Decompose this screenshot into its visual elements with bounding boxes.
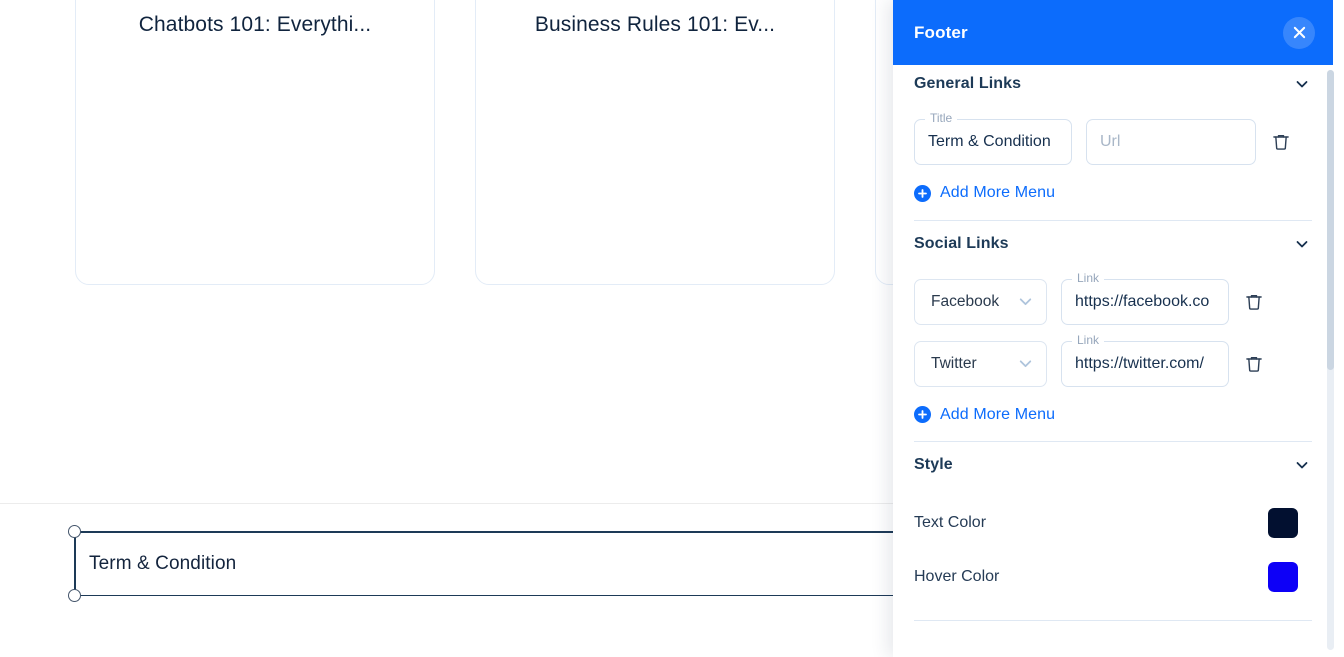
section-divider (914, 441, 1312, 442)
footer-settings-panel: Footer General Links Title Term & Condit… (893, 0, 1344, 657)
canvas-section-divider (0, 503, 893, 504)
selection-edge-left (74, 531, 76, 596)
add-more-menu-social[interactable]: Add More Menu (914, 406, 1055, 424)
general-link-title-input[interactable] (928, 133, 1058, 151)
general-link-title-field[interactable]: Title (914, 112, 1072, 165)
social-network-select-facebook[interactable]: Facebook (914, 278, 1047, 325)
text-color-swatch[interactable] (1268, 508, 1298, 538)
blog-card[interactable] (875, 0, 893, 285)
blog-card[interactable]: Chatbots 101: Everythi... (75, 0, 435, 285)
panel-scrollbar[interactable] (1327, 70, 1334, 650)
chevron-down-icon[interactable] (1292, 234, 1312, 254)
section-title: Social Links (914, 234, 1009, 252)
social-link-row: Facebook Link (914, 271, 1312, 325)
general-link-row: Title (914, 112, 1312, 165)
plus-circle-icon (914, 406, 931, 423)
section-divider (914, 219, 1312, 221)
social-link-url-label: Link (1072, 333, 1105, 346)
section-title: Style (914, 456, 953, 473)
blog-card[interactable]: Business Rules 101: Ev... (475, 0, 835, 285)
social-link-url-label: Link (1072, 271, 1105, 284)
style-row-hover-color: Hover Color (914, 562, 1312, 592)
plus-circle-icon (914, 184, 931, 202)
social-link-url-field-facebook[interactable]: Link (1061, 271, 1229, 325)
blog-card-title: Chatbots 101: Everythi... (138, 13, 372, 36)
section-header-social-links[interactable]: Social Links (914, 225, 1312, 263)
section-divider (914, 620, 1312, 621)
social-network-select-twitter[interactable]: Twitter (914, 340, 1047, 387)
panel-scrollbar-thumb[interactable] (1327, 70, 1334, 370)
chevron-down-icon (1017, 355, 1034, 372)
footer-link-label: Term & Condition (89, 552, 237, 574)
selected-footer-element[interactable]: Term & Condition (68, 525, 893, 602)
hover-color-swatch[interactable] (1268, 562, 1298, 592)
panel-title: Footer (914, 22, 968, 42)
chevron-down-icon[interactable] (1292, 74, 1312, 94)
trash-icon[interactable] (1243, 353, 1265, 375)
general-link-url-input[interactable] (1100, 133, 1242, 151)
social-network-select-value: Facebook (931, 292, 1000, 310)
blog-card-list: Chatbots 101: Everythi... Business Rules… (0, 0, 893, 285)
trash-icon[interactable] (1243, 291, 1265, 313)
add-more-menu-label: Add More Menu (940, 405, 1056, 423)
section-header-general-links[interactable]: General Links (914, 65, 1312, 103)
app-root: Chatbots 101: Everythi... Business Rules… (0, 0, 1344, 657)
section-header-style[interactable]: Style (914, 446, 1312, 484)
close-icon[interactable] (1283, 16, 1315, 49)
general-link-title-label: Title (925, 112, 958, 124)
page-preview-canvas[interactable]: Chatbots 101: Everythi... Business Rules… (0, 0, 893, 657)
blog-card-title: Business Rules 101: Ev... (534, 13, 776, 36)
panel-body[interactable]: General Links Title Term & Condition Url… (893, 65, 1333, 657)
trash-icon[interactable] (1270, 131, 1292, 153)
selection-handle-top-left[interactable] (68, 525, 81, 538)
add-more-menu-label: Add More Menu (940, 184, 1056, 201)
selection-handle-bottom-left[interactable] (68, 589, 81, 602)
social-link-row: Twitter Link (914, 333, 1312, 387)
selection-edge-top (74, 531, 893, 533)
selection-edge-bottom (74, 594, 893, 596)
panel-header: Footer (893, 0, 1333, 65)
chevron-down-icon[interactable] (1292, 455, 1312, 475)
social-network-select-value: Twitter (931, 354, 977, 372)
text-color-label: Text Color (914, 514, 987, 531)
social-link-url-input[interactable] (1075, 292, 1215, 311)
add-more-menu-general[interactable]: Add More Menu (914, 184, 1055, 202)
chevron-down-icon (1017, 293, 1034, 310)
general-link-url-field[interactable] (1086, 119, 1256, 165)
hover-color-label: Hover Color (914, 568, 1000, 585)
social-link-url-input[interactable] (1075, 354, 1215, 373)
section-title: General Links (914, 75, 1022, 92)
social-link-url-field-twitter[interactable]: Link (1061, 333, 1229, 387)
style-row-text-color: Text Color (914, 508, 1312, 538)
